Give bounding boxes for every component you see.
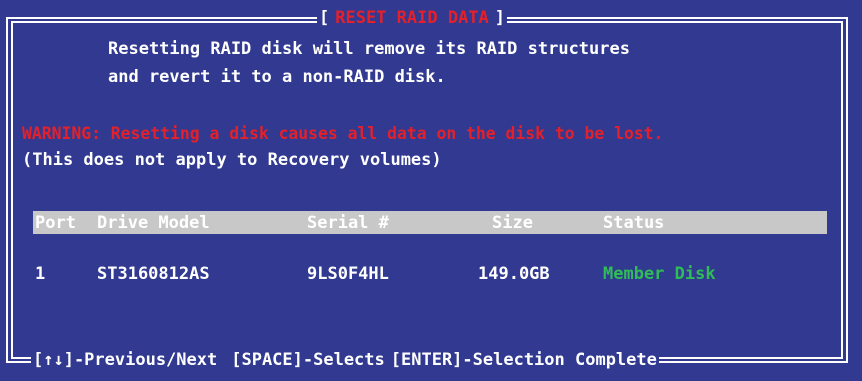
row-drive-model: ST3160812AS bbox=[97, 264, 210, 284]
key-help-bar: [↑↓]-Previous/Next [SPACE]-Selects [ENTE… bbox=[31, 347, 659, 373]
row-size: 149.0GB bbox=[478, 264, 550, 284]
title-open-bracket: [ bbox=[319, 8, 330, 28]
title-text: RESET RAID DATA bbox=[329, 8, 495, 28]
row-status: Member Disk bbox=[603, 264, 716, 284]
hint-space-selects: [SPACE]-Selects bbox=[231, 350, 385, 370]
note-text: (This does not apply to Recovery volumes… bbox=[22, 150, 442, 170]
row-port: 1 bbox=[35, 264, 46, 284]
hint-enter-complete: [ENTER]-Selection Complete bbox=[390, 350, 657, 370]
column-header-serial: Serial # bbox=[307, 213, 389, 233]
column-header-drive-model: Drive Model bbox=[97, 213, 210, 233]
table-header: Port Drive Model Serial # Size Status bbox=[33, 211, 827, 234]
title-close-bracket: ] bbox=[494, 8, 506, 28]
description-line-2: and revert it to a non-RAID disk. bbox=[108, 67, 446, 87]
row-serial: 9LS0F4HL bbox=[307, 264, 389, 284]
column-header-size: Size bbox=[492, 213, 533, 233]
bios-screen: [ RESET RAID DATA ] Resetting RAID disk … bbox=[0, 0, 862, 381]
description-line-1: Resetting RAID disk will remove its RAID… bbox=[108, 39, 630, 59]
column-header-status: Status bbox=[603, 213, 665, 233]
warning-text: WARNING: Resetting a disk causes all dat… bbox=[22, 124, 664, 143]
column-header-port: Port bbox=[35, 213, 76, 233]
hint-previous-next: [↑↓]-Previous/Next bbox=[33, 350, 218, 370]
dialog-title: [ RESET RAID DATA ] bbox=[317, 5, 508, 31]
